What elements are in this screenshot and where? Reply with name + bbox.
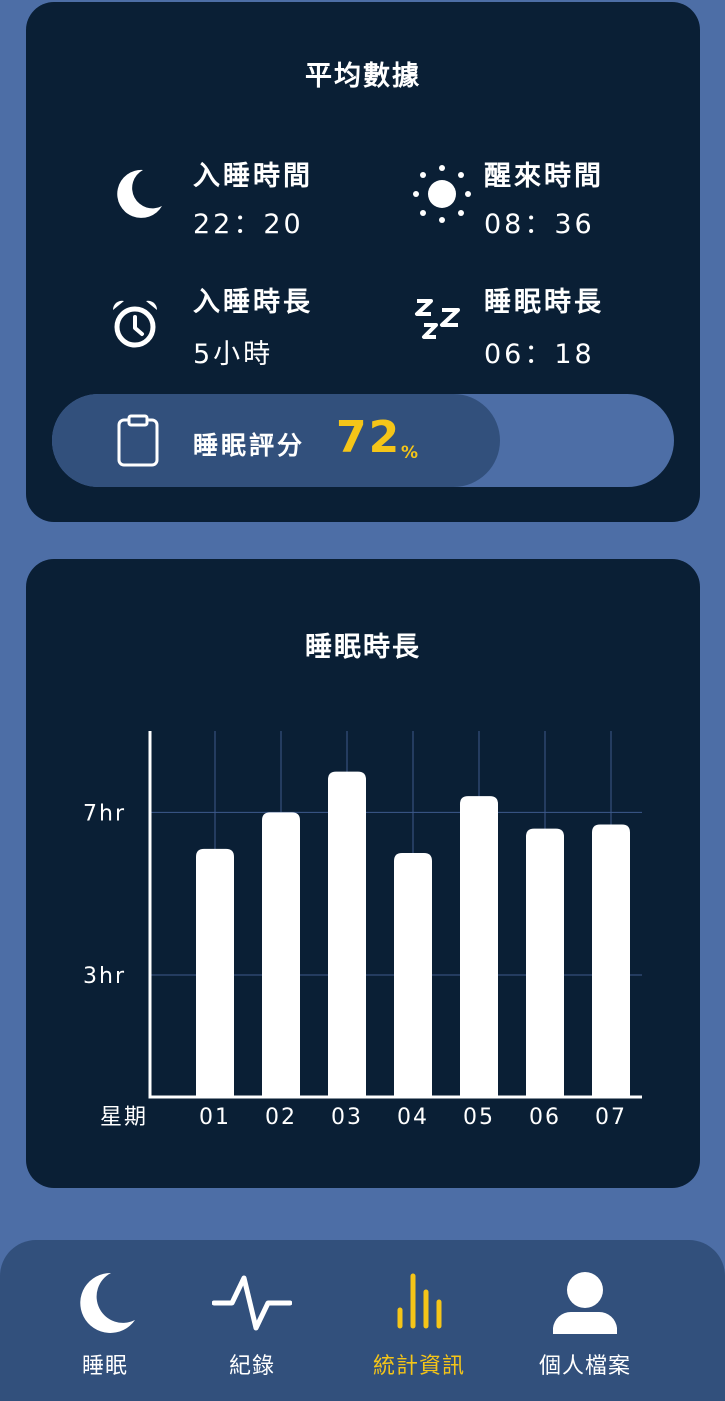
- nav-item-profile[interactable]: 個人檔案: [500, 1240, 670, 1401]
- chart-bar-06: [526, 828, 564, 1097]
- nav-item-sleep[interactable]: 睡眠: [20, 1240, 190, 1401]
- zzz-icon: [415, 299, 460, 339]
- average-title: 平均數據: [305, 61, 421, 92]
- sleep-duration-value: 06：18: [484, 339, 595, 370]
- alarm-clock-icon: [112, 300, 158, 348]
- bottom-nav: 睡眠 紀錄 統計資訊 個人檔案: [0, 1240, 725, 1401]
- clipboard-icon: [117, 414, 159, 467]
- fall-asleep-duration-label: 入睡時長: [193, 287, 313, 318]
- sleep-duration-label: 睡眠時長: [484, 287, 604, 318]
- chart-y-tick-label: 3hr: [83, 964, 126, 989]
- sleep-score-unit: %: [401, 443, 419, 463]
- nav-label-sleep: 睡眠: [81, 1354, 128, 1379]
- chart-bar-05: [460, 796, 498, 1097]
- wake-time-label: 醒來時間: [484, 161, 604, 192]
- moon-icon: [117, 169, 162, 218]
- bar-chart-icon: [397, 1273, 442, 1329]
- chart-x-tick-label: 06: [529, 1105, 561, 1130]
- chart-bar-03: [328, 771, 366, 1097]
- chart-x-tick-label: 03: [331, 1105, 363, 1130]
- nav-label-statistics: 統計資訊: [372, 1354, 465, 1379]
- sleep-time-label: 入睡時間: [193, 161, 313, 192]
- wake-time-value: 08：36: [484, 209, 595, 240]
- chart-bar-04: [394, 853, 432, 1097]
- chart-y-tick-label: 7hr: [83, 801, 126, 826]
- chart-x-tick-label: 05: [463, 1105, 495, 1130]
- chart-x-tick-label: 04: [397, 1105, 429, 1130]
- chart-x-tick-label: 01: [199, 1105, 231, 1130]
- sleep-time-value: 22：20: [193, 209, 304, 240]
- sleep-duration-chart-card: 睡眠時長 3hr 7hr 01 02 03 04 05 06 07 星期: [26, 559, 700, 1188]
- nav-label-records: 紀錄: [228, 1354, 275, 1379]
- moon-icon: [80, 1272, 135, 1333]
- chart-x-axis-label: 星期: [100, 1105, 148, 1130]
- sleep-duration-bar-chart: 3hr 7hr 01 02 03 04 05 06 07 星期: [83, 731, 642, 1130]
- user-icon: [553, 1272, 617, 1334]
- nav-item-statistics[interactable]: 統計資訊: [334, 1240, 504, 1401]
- chart-x-tick-label: 07: [595, 1105, 627, 1130]
- chart-bar-07: [592, 824, 630, 1097]
- nav-label-profile: 個人檔案: [538, 1354, 631, 1379]
- pulse-icon: [212, 1275, 292, 1331]
- sun-icon: [413, 165, 471, 223]
- chart-x-tick-label: 02: [265, 1105, 297, 1130]
- fall-asleep-duration-value: 5小時: [193, 339, 274, 370]
- chart-bar-01: [196, 848, 234, 1097]
- nav-item-records[interactable]: 紀錄: [167, 1240, 337, 1401]
- average-data-card: 平均數據 入睡時間 22：20 醒來時間 08：36 入睡時長 5小時 睡眠時長…: [26, 2, 700, 522]
- sleep-score-value: 72: [336, 412, 402, 463]
- chart-bar-02: [262, 812, 300, 1097]
- sleep-score-label: 睡眠評分: [193, 431, 306, 460]
